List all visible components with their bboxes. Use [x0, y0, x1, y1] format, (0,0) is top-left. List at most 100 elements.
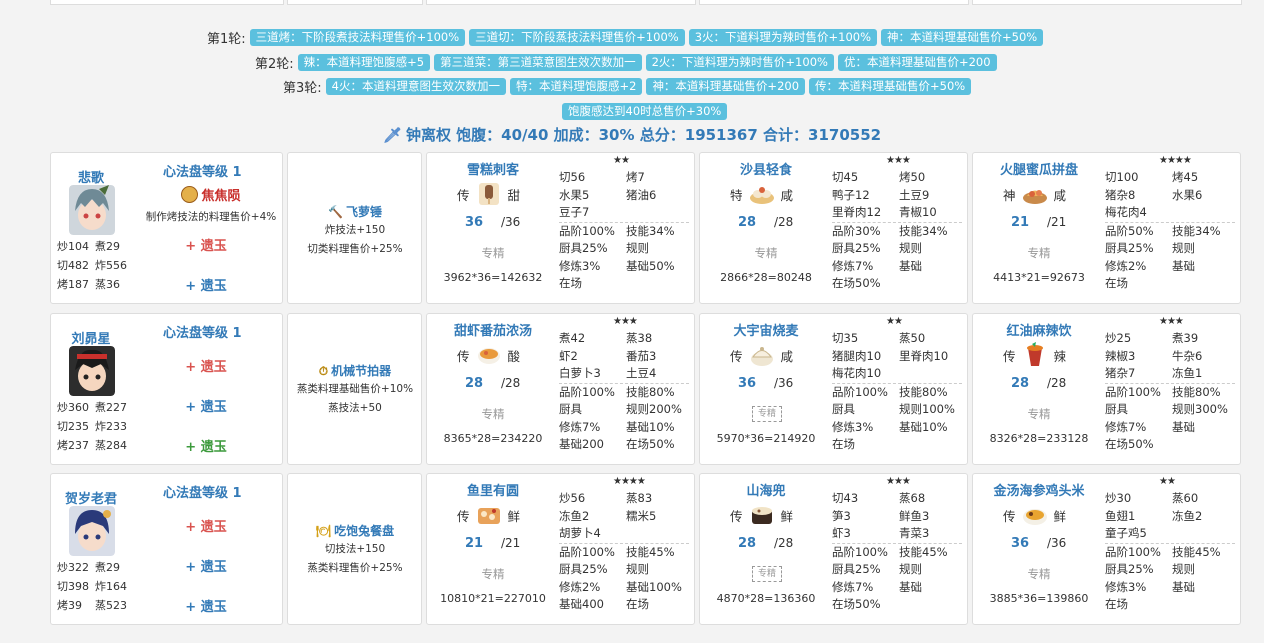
dish-bonus: 修炼2%	[1105, 258, 1147, 273]
specialty-placeholder-icon: 专精	[752, 566, 782, 582]
chef-card[interactable]: 悲歌 炒104 煮29 切482 炸556 烤187 蒸36 心法盘等级 1 焦焦陨 …	[50, 152, 283, 304]
dish-ingredient: 鸭子12	[832, 187, 870, 202]
dish-card[interactable]: 火腿蜜瓜拼盘 ★★★★ 神 咸 21 /21 专精 4413*21=92673 …	[972, 152, 1241, 304]
equip-name[interactable]: ⏱ 机械节拍器	[288, 362, 422, 379]
dish-bonus: 修炼7%	[832, 579, 874, 594]
top-strip-cell	[426, 0, 696, 5]
stat: 蒸36	[95, 278, 120, 291]
dish-price-calc: 4413*21=92673	[993, 271, 1085, 284]
add-jade-button[interactable]: + 遗玉	[141, 396, 271, 415]
dish-bonus: 技能80%	[899, 384, 948, 399]
dish-card[interactable]: 沙县轻食 ★★★ 特 咸 28 /28 专精 2866*28=80248 切45…	[699, 152, 968, 304]
add-jade-button[interactable]: + 遗玉	[141, 596, 271, 615]
dish-bonus: 在场50%	[832, 276, 881, 290]
dish-quantity[interactable]: 28	[1011, 376, 1029, 391]
dish-name[interactable]: 甜虾番茄浓汤	[427, 320, 559, 339]
dish-name[interactable]: 大宇宙烧麦	[700, 320, 832, 339]
round-tag[interactable]: 饱腹感达到40时总售价+30%	[562, 102, 728, 120]
dish-name[interactable]: 沙县轻食	[700, 159, 832, 178]
round-tag[interactable]: 辣：本道料理饱腹感+5	[297, 53, 431, 71]
dish-ingredient: 冻鱼2	[559, 508, 590, 523]
dish-ingredient: 土豆4	[626, 366, 657, 380]
dish-quantity[interactable]: 36	[738, 376, 756, 391]
dish-ingredient: 糯米5	[626, 508, 657, 523]
dish-quantity[interactable]: 21	[465, 536, 483, 551]
dish-max: /36	[774, 376, 794, 390]
dish-quantity[interactable]: 28	[738, 215, 756, 230]
dish-card[interactable]: 山海兜 ★★★ 传 鲜 28 /28 专精 4870*28=136360 切43…	[699, 473, 968, 625]
add-jade-button[interactable]: + 遗玉	[141, 436, 271, 455]
equip-name[interactable]: 🔨 飞萝锤	[288, 203, 422, 220]
round-tag[interactable]: 传：本道料理基础售价+50%	[809, 77, 972, 95]
dish-skill: 切56	[559, 170, 586, 184]
round-tag[interactable]: 三道烤：下阶段煮技法料理售价+100%	[249, 28, 466, 46]
dish-skill: 蒸50	[899, 331, 926, 345]
dish-bonus: 规则	[899, 241, 922, 255]
dish-details: 炒56 蒸83 冻鱼2 糯米5 胡萝卜4 品阶100% 技能45% 厨具25% 规则 修…	[559, 490, 693, 614]
dish-bonus: 品阶100%	[559, 223, 615, 238]
dish-card[interactable]: 甜虾番茄浓汤 ★★★ 传 酸 28 /28 专精 8365*28=234220 …	[426, 313, 695, 465]
dish-card[interactable]: 雪糕刺客 ★★ 传 甜 36 /36 专精 3962*36=142632 切56…	[426, 152, 695, 304]
dish-card[interactable]: 大宇宙烧麦 ★★ 传 咸 36 /36 专精 5970*36=214920 切3…	[699, 313, 968, 465]
dish-bonus: 厨具25%	[832, 241, 881, 255]
dish-quantity[interactable]: 36	[465, 215, 483, 230]
heart-disk-level[interactable]: 心法盘等级 1	[163, 322, 242, 341]
dish-name[interactable]: 红油麻辣饮	[973, 320, 1105, 339]
metronome-icon: ⏱	[318, 364, 329, 378]
dish-card[interactable]: 金汤海参鸡头米 ★★ 传 鲜 36 /36 专精 3885*36=139860 …	[972, 473, 1241, 625]
chef-name[interactable]: 贺岁老君	[51, 488, 131, 507]
dish-card[interactable]: 鱼里有圆 ★★★★ 传 鲜 21 /21 专精 10810*21=227010 …	[426, 473, 695, 625]
equip-name[interactable]: 🍽 吃饱兔餐盘	[288, 522, 422, 539]
chef-card[interactable]: 贺岁老君 炒322 煮29 切398 炸164 烤39 蒸523 心法盘等级 1 + …	[50, 473, 283, 625]
dish-max: /28	[774, 215, 794, 229]
round-tag[interactable]: 优：本道料理基础售价+200	[837, 53, 997, 71]
round-tag[interactable]: 神：本道料理基础售价+200	[646, 77, 806, 95]
dish-name[interactable]: 山海兜	[700, 480, 832, 499]
dish-bonus: 技能45%	[1172, 544, 1221, 559]
dish-quantity[interactable]: 36	[1011, 536, 1029, 551]
dish-name[interactable]: 雪糕刺客	[427, 159, 559, 178]
dish-details: 炒30 蒸60 鱼翅1 冻鱼2 童子鸡5 品阶100% 技能45% 厨具25% 规则 修…	[1105, 490, 1239, 614]
round-tag[interactable]: 3火：下道料理为辣时售价+100%	[688, 28, 878, 46]
dish-bonus: 厨具25%	[1105, 562, 1154, 576]
dish-skill: 烤45	[1172, 170, 1199, 184]
round-tag[interactable]: 神：本道料理基础售价+50%	[881, 28, 1044, 46]
dish-bonus: 在场	[626, 597, 649, 611]
round-tag[interactable]: 2火：下道料理为辣时售价+100%	[645, 53, 834, 71]
dish-quantity[interactable]: 21	[1011, 215, 1029, 230]
equip-card[interactable]: 🍽 吃饱兔餐盘 切技法+150 蒸类料理售价+25%	[287, 473, 422, 625]
dish-skill: 蒸38	[626, 331, 653, 345]
dish-bonus: 技能34%	[626, 223, 675, 238]
dish-bonus: 规则	[626, 562, 649, 576]
dish-ingredient: 辣椒3	[1105, 348, 1136, 363]
chef-name[interactable]: 刘昴星	[51, 328, 131, 347]
dish-rarity: 神	[1003, 187, 1016, 203]
dish-name[interactable]: 火腿蜜瓜拼盘	[973, 159, 1105, 178]
dish-taste: 鲜	[780, 508, 794, 524]
dish-name[interactable]: 金汤海参鸡头米	[973, 480, 1105, 499]
chef-name[interactable]: 悲歌	[51, 167, 131, 186]
dish-card[interactable]: 红油麻辣饮 ★★★ 传 辣 28 /28 专精 8326*28=233128 炒…	[972, 313, 1241, 465]
ham-melon-platter-icon	[1022, 190, 1047, 204]
dish-quantity[interactable]: 28	[465, 376, 483, 391]
dish-details: 切43 蒸68 笋3 鲜鱼3 虾3 青菜3 品阶100% 技能45% 厨具25% 规则 修…	[832, 490, 966, 614]
equip-card[interactable]: ⏱ 机械节拍器 蒸类料理基础售价+10% 蒸技法+50	[287, 313, 422, 465]
equip-card[interactable]: 🔨 飞萝锤 炸技法+150 切类料理售价+25%	[287, 152, 422, 304]
round-tag[interactable]: 第三道菜：第三道菜意图生效次数加一	[434, 53, 642, 71]
dish-quantity[interactable]: 28	[738, 536, 756, 551]
dish-details: 炒25 煮39 辣椒3 牛杂6 猪杂7 冻鱼1 品阶100% 技能80% 厨具 规则300…	[1105, 330, 1239, 454]
round-tag[interactable]: 三道切：下阶段蒸技法料理售价+100%	[469, 28, 685, 46]
round-tag[interactable]: 特：本道料理饱腹感+2	[509, 77, 643, 95]
add-jade-button[interactable]: + 遗玉	[141, 556, 271, 575]
dish-skill: 切45	[832, 170, 859, 184]
round-tag[interactable]: 4火：本道料理意图生效次数加一	[325, 77, 506, 95]
add-jade-button[interactable]: + 遗玉	[141, 356, 271, 375]
chef-card[interactable]: 刘昴星 炒360 煮227 切235 炸233 烤237 蒸284 心法盘等级 1 +…	[50, 313, 283, 465]
dish-name[interactable]: 鱼里有圆	[427, 480, 559, 499]
add-jade-button[interactable]: + 遗玉	[141, 275, 271, 294]
add-jade-button[interactable]: + 遗玉	[141, 516, 271, 535]
heart-disk-level[interactable]: 心法盘等级 1	[163, 161, 242, 180]
heart-disk-level[interactable]: 心法盘等级 1	[163, 482, 242, 501]
dish-bonus	[899, 436, 966, 454]
add-jade-button[interactable]: + 遗玉	[141, 235, 271, 254]
